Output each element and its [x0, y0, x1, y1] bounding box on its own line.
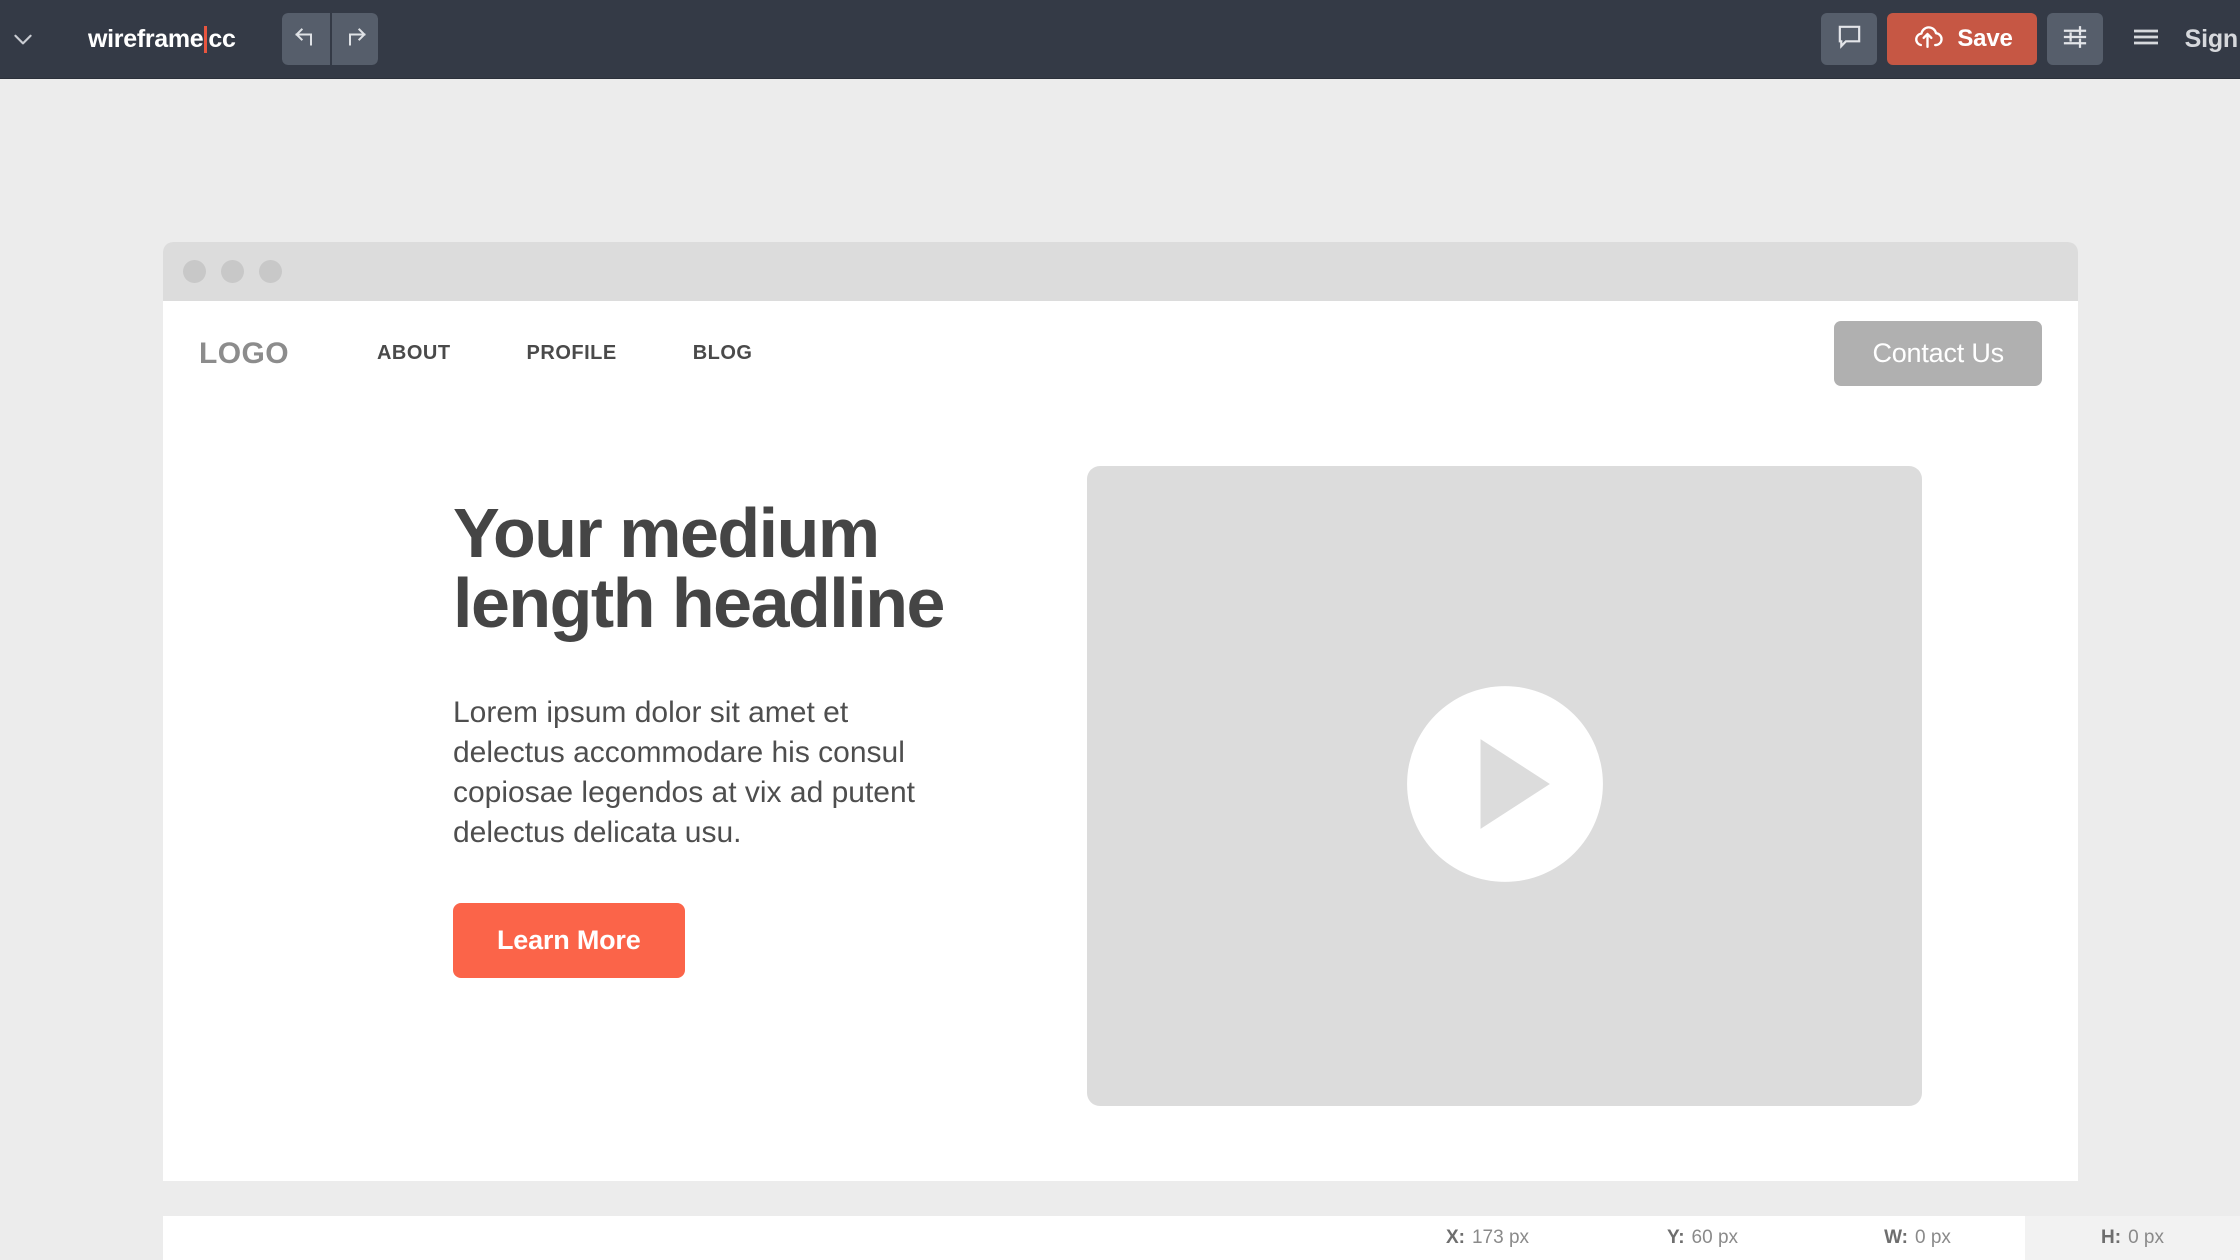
nav-link-about[interactable]: ABOUT — [377, 342, 451, 365]
hero-text-column: Your medium length headline Lorem ipsum … — [199, 466, 1029, 1106]
signin-link[interactable]: Sign — [2185, 25, 2240, 54]
comment-button[interactable] — [1821, 13, 1878, 65]
redo-button[interactable] — [329, 13, 378, 65]
toolbar-right-group: Save Sign — [1821, 0, 2240, 78]
sliders-icon — [2060, 22, 2090, 57]
site-logo[interactable]: LOGO — [199, 337, 289, 371]
status-x-key: X: — [1445, 1227, 1465, 1248]
nav-link-blog[interactable]: BLOG — [693, 342, 753, 365]
undo-arrow-icon — [291, 22, 321, 57]
play-button-icon[interactable] — [1403, 682, 1607, 891]
save-button[interactable]: Save — [1887, 13, 2037, 65]
settings-button[interactable] — [2046, 13, 2103, 65]
site-nav: LOGO ABOUT PROFILE BLOG Contact Us — [163, 301, 2078, 406]
comment-bubble-icon — [1835, 22, 1864, 56]
hero-section: Your medium length headline Lorem ipsum … — [163, 406, 2078, 1106]
status-field-w: W: 0 px — [1810, 1216, 2025, 1260]
project-title-suffix: cc — [208, 24, 236, 53]
redo-arrow-icon — [340, 22, 370, 57]
status-y-value: 60 px — [1691, 1227, 1739, 1248]
save-button-label: Save — [1957, 25, 2013, 52]
editor-workspace[interactable]: LOGO ABOUT PROFILE BLOG Contact Us Your … — [0, 79, 2240, 1260]
video-placeholder[interactable] — [1087, 466, 1922, 1106]
history-button-group — [281, 13, 378, 65]
project-title[interactable]: wireframe cc — [88, 25, 236, 54]
undo-button[interactable] — [281, 13, 330, 65]
project-title-main: wireframe — [88, 24, 204, 53]
status-h-key: H: — [2101, 1227, 2122, 1248]
status-x-value: 173 px — [1471, 1227, 1530, 1248]
status-field-y: Y: 60 px — [1595, 1216, 1810, 1260]
hamburger-menu-icon — [2130, 21, 2162, 58]
status-field-h: H: 0 px — [2025, 1216, 2240, 1260]
menu-button[interactable] — [2121, 13, 2171, 65]
hero-body-text: Lorem ipsum dolor sit amet et delectus a… — [453, 696, 915, 849]
status-bar: X: 173 px Y: 60 px W: 0 px H: 0 px — [163, 1216, 2240, 1260]
status-w-value: 0 px — [1915, 1227, 1951, 1248]
artboard[interactable]: LOGO ABOUT PROFILE BLOG Contact Us Your … — [163, 242, 2078, 1181]
status-h-value: 0 px — [2128, 1227, 2164, 1248]
browser-chrome-bar — [163, 242, 2078, 301]
learn-more-button[interactable]: Learn More — [453, 902, 685, 978]
toolbar-left-group: wireframe cc — [0, 0, 378, 78]
hero-headline: Your medium length headline — [453, 494, 945, 642]
browser-dot-maximize-icon — [259, 260, 282, 283]
browser-dot-minimize-icon — [221, 260, 244, 283]
hero-media-column — [1087, 466, 2042, 1106]
cloud-upload-icon — [1911, 20, 1944, 58]
nav-link-profile[interactable]: PROFILE — [527, 342, 617, 365]
chevron-down-icon[interactable] — [0, 0, 46, 79]
status-y-key: Y: — [1666, 1227, 1685, 1248]
browser-dot-close-icon — [183, 260, 206, 283]
app-toolbar: wireframe cc Save Sign — [0, 0, 2240, 79]
page-canvas: LOGO ABOUT PROFILE BLOG Contact Us Your … — [163, 301, 2078, 1181]
status-w-key: W: — [1884, 1227, 1908, 1248]
title-caret — [204, 25, 208, 53]
contact-us-button[interactable]: Contact Us — [1834, 321, 2042, 386]
status-field-x: X: 173 px — [1380, 1216, 1595, 1260]
